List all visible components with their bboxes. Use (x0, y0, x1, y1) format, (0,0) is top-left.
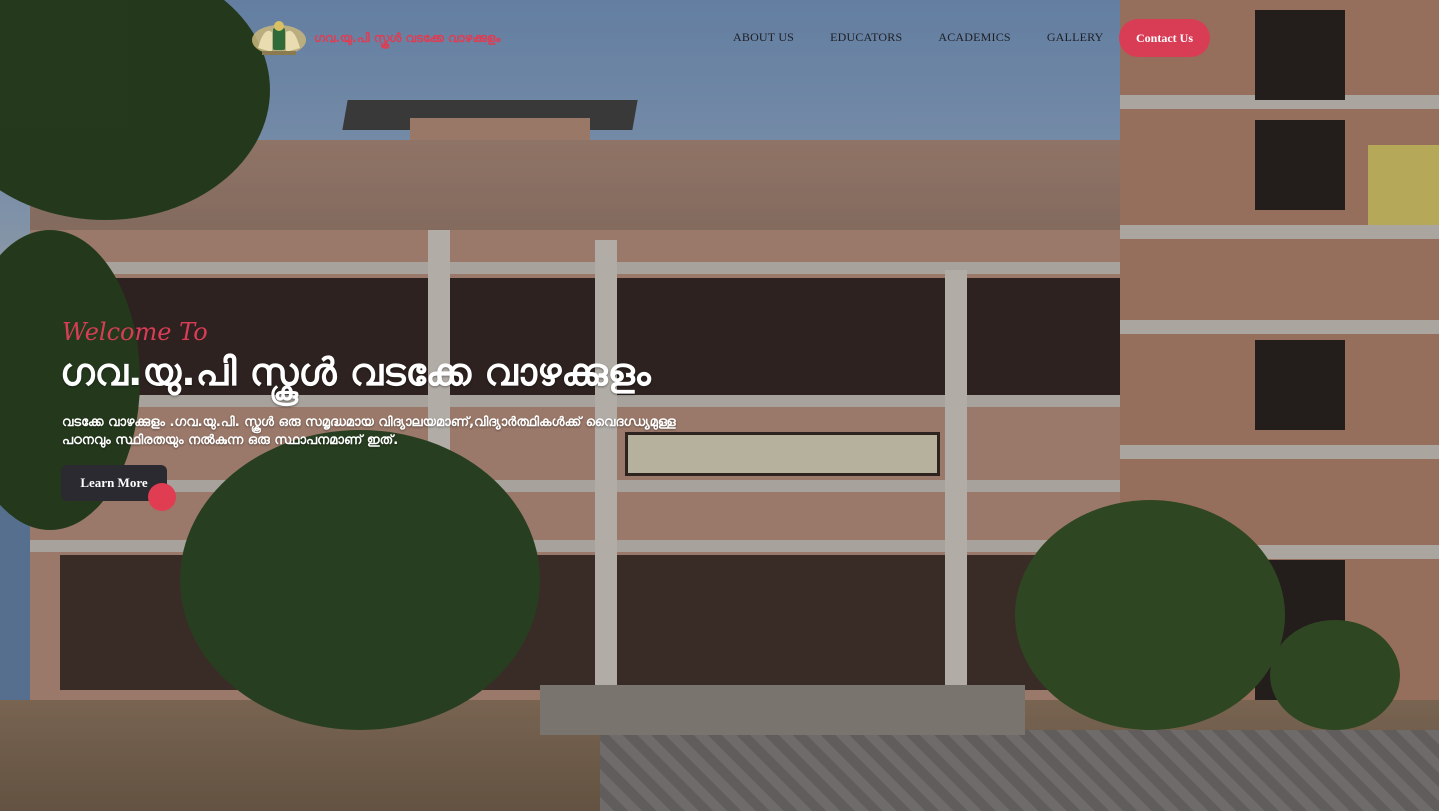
learn-more-accent-dot (148, 483, 176, 511)
main-nav: ABOUT US EDUCATORS ACADEMICS GALLERY (733, 30, 1140, 45)
welcome-text: Welcome To (62, 318, 208, 346)
navbar: ഗവ.യു.പി സ്കൂൾ വടക്കേ വാഴക്കുളം ABOUT US… (0, 0, 1439, 76)
kerala-emblem-icon (250, 18, 308, 58)
hero-section: ഗവ.യു.പി സ്കൂൾ വടക്കേ വാഴക്കുളം ABOUT US… (0, 0, 1439, 811)
contact-us-button[interactable]: Contact Us (1119, 19, 1210, 57)
background-overlay (0, 0, 1439, 811)
nav-gallery[interactable]: GALLERY (1047, 30, 1104, 45)
nav-academics[interactable]: ACADEMICS (938, 30, 1010, 45)
hero-title: ഗവ.യു.പി സ്കൂൾ വടക്കേ വാഴക്കുളം (60, 350, 651, 394)
nav-educators[interactable]: EDUCATORS (830, 30, 902, 45)
brand-logo-link[interactable]: ഗവ.യു.പി സ്കൂൾ വടക്കേ വാഴക്കുളം (250, 18, 501, 58)
nav-about-us[interactable]: ABOUT US (733, 30, 794, 45)
brand-name: ഗവ.യു.പി സ്കൂൾ വടക്കേ വാഴക്കുളം (314, 30, 501, 45)
hero-description: വടക്കേ വാഴക്കുളം .ഗവ.യു.പി. സ്കൂൾ ഒരു സമ… (62, 415, 676, 448)
